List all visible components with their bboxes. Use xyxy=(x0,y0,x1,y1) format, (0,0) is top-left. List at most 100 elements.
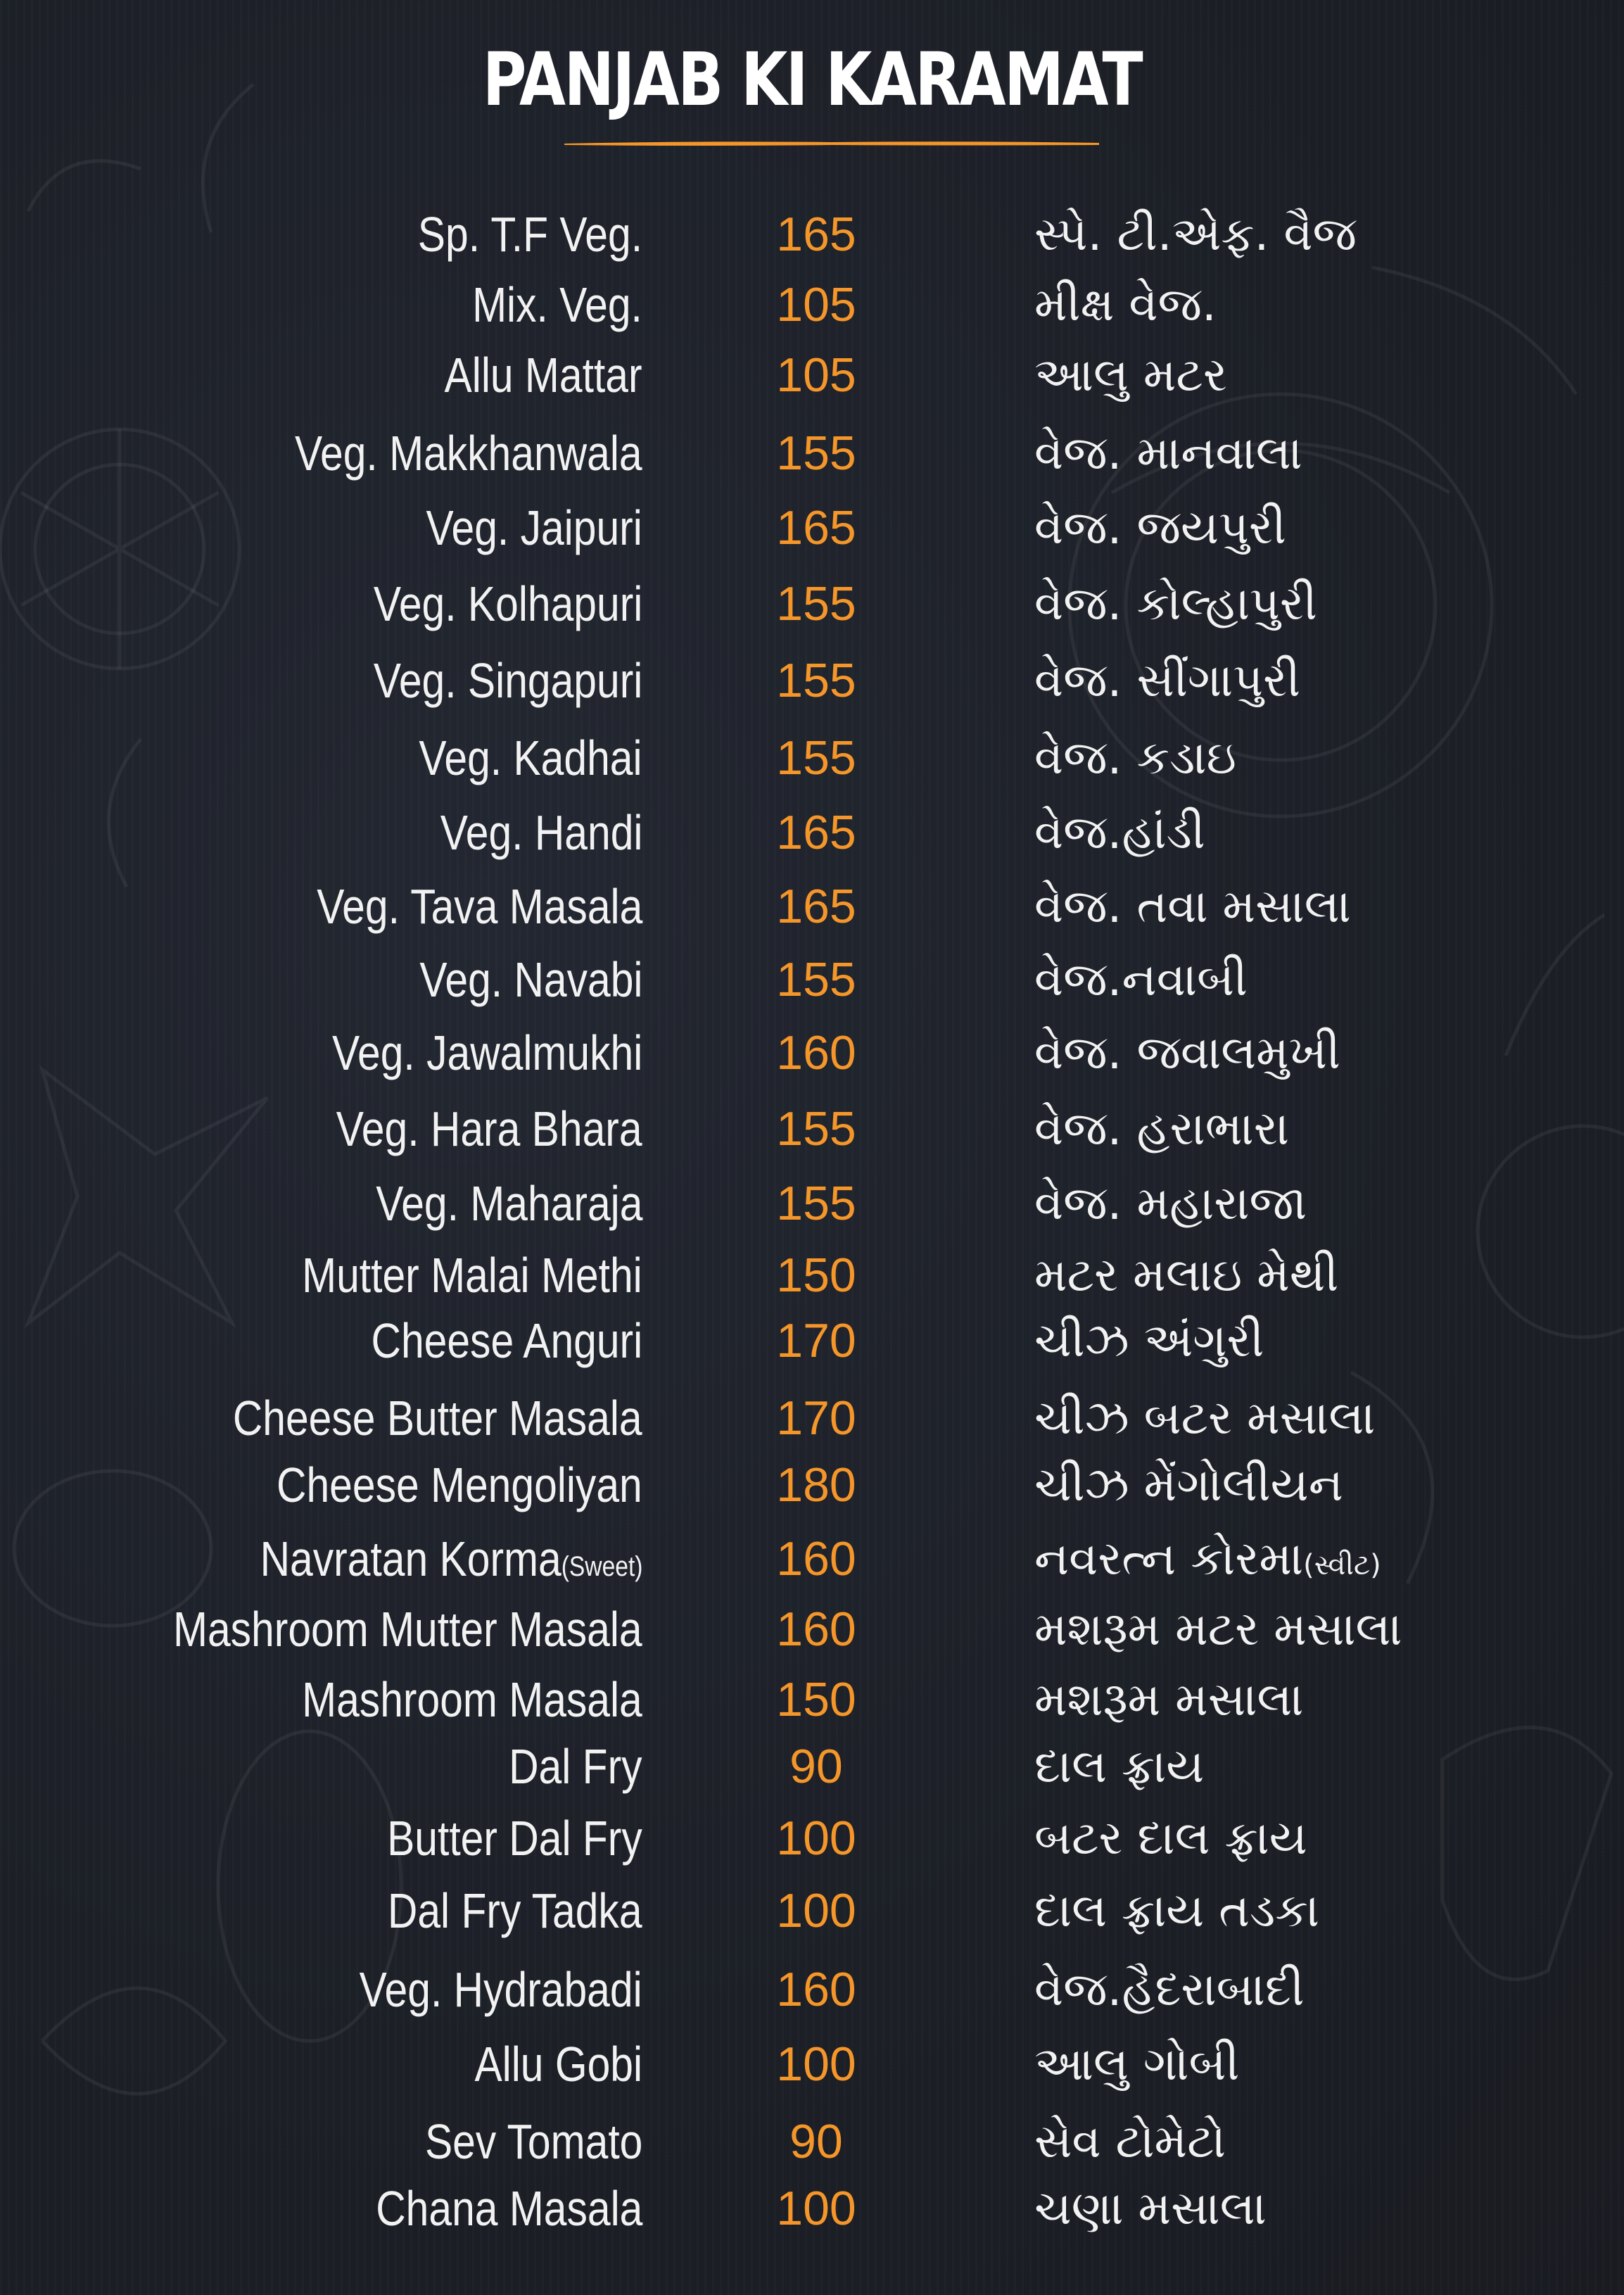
menu-item: Veg. Kadhai 155 વેજ. કડાઇ xyxy=(0,723,1624,793)
menu-item: Chana Masala 100 ચણા મસાલા xyxy=(0,2173,1624,2244)
item-price: 180 xyxy=(776,1458,856,1512)
item-price: 160 xyxy=(776,1532,856,1586)
item-price: 105 xyxy=(776,348,856,402)
item-name-en: Veg. Handi xyxy=(440,805,642,860)
item-price: 160 xyxy=(776,1026,856,1080)
item-name-en: Veg. Singapuri xyxy=(373,653,642,708)
item-name-text: Navratan Korma xyxy=(260,1531,562,1586)
item-name-gu: દાલ ફ્રાય તડકા xyxy=(1034,1883,1320,1937)
menu-item: Cheese Mengoliyan 180 ચીઝ મેંગોલીયન xyxy=(0,1450,1624,1520)
item-name-gu: નવરત્ન કોરમા(સ્વીટ) xyxy=(1034,1524,1381,1600)
menu-item: Mashroom Masala 150 મશરૂમ મસાલા xyxy=(0,1664,1624,1735)
item-name-en: Veg. Tava Masala xyxy=(316,879,642,934)
item-price: 155 xyxy=(776,654,856,707)
item-price: 150 xyxy=(776,1673,856,1726)
menu-item: Veg. Tava Masala 165 વેજ. તવા મસાલા xyxy=(0,871,1624,942)
item-price: 100 xyxy=(776,2182,856,2235)
menu-title: PANJAB KI KARAMAT xyxy=(482,37,1143,122)
item-price: 155 xyxy=(776,731,856,785)
item-name-en: Veg. Jaipuri xyxy=(426,500,642,555)
item-name-en: Mashroom Mutter Masala xyxy=(173,1602,642,1657)
menu-item: Allu Mattar 105 આલુ મટર xyxy=(0,340,1624,410)
menu-item: Veg. Singapuri 155 વેજ. સીંગાપુરી xyxy=(0,645,1624,716)
item-price: 90 xyxy=(789,2115,843,2168)
menu-item: Veg. Jaipuri 165 વેજ. જયપુરી xyxy=(0,493,1624,563)
item-price: 170 xyxy=(776,1314,856,1367)
menu-item: Veg. Makkhanwala 155 વેજ. માનવાલા xyxy=(0,418,1624,488)
menu-item: Butter Dal Fry 100 બટર દાલ ફ્રાય xyxy=(0,1803,1624,1873)
item-name-gu: બટર દાલ ફ્રાય xyxy=(1034,1811,1307,1865)
item-name-gu-text: નવરત્ન કોરમા xyxy=(1034,1531,1304,1586)
item-name-gu: વેજ. મહારાજા xyxy=(1034,1176,1307,1230)
item-name-en: Dal Fry Tadka xyxy=(388,1883,642,1938)
item-name-en: Veg. Jawalmukhi xyxy=(331,1025,642,1080)
item-name-en: Veg. Maharaja xyxy=(375,1176,642,1231)
item-price: 155 xyxy=(776,426,856,480)
menu-item: Dal Fry 90 દાલ ફ્રાય xyxy=(0,1731,1624,1802)
item-price: 165 xyxy=(776,501,856,555)
item-price: 155 xyxy=(776,1177,856,1230)
item-price: 160 xyxy=(776,1602,856,1656)
item-price: 155 xyxy=(776,1102,856,1156)
menu-item: Veg. Kolhapuri 155 વેજ. કોલ્હાપુરી xyxy=(0,569,1624,639)
menu-item: Mutter Malai Methi 150 મટર મલાઇ મેથી xyxy=(0,1240,1624,1310)
item-price: 100 xyxy=(776,1812,856,1865)
item-name-en: Veg. Kolhapuri xyxy=(373,576,642,631)
item-price: 100 xyxy=(776,2037,856,2091)
item-name-en: Allu Mattar xyxy=(444,348,642,403)
item-name-gu: વેજ. કડાઇ xyxy=(1034,731,1236,785)
menu-item: Sp. T.F Veg. 165 સ્પે. ટી.એફ. વૈજ xyxy=(0,199,1624,270)
item-note-gu: (સ્વીટ) xyxy=(1303,1549,1381,1581)
item-name-gu: વેજ. જયપુરી xyxy=(1034,500,1286,555)
item-name-en: Dal Fry xyxy=(509,1739,642,1794)
item-price: 160 xyxy=(776,1963,856,2016)
menu-item: Cheese Anguri 170 ચીઝ અંગુરી xyxy=(0,1305,1624,1376)
item-name-en: Cheese Anguri xyxy=(371,1313,642,1368)
item-name-en: Chana Masala xyxy=(375,2181,642,2236)
menu-item: Veg. Jawalmukhi 160 વેજ. જવાલમુખી xyxy=(0,1018,1624,1088)
item-name-en: Sev Tomato xyxy=(424,2114,642,2169)
item-name-gu: મીક્ષ વેજ. xyxy=(1034,277,1217,331)
item-name-en: Cheese Mengoliyan xyxy=(277,1458,642,1512)
item-name-gu: દાલ ફ્રાય xyxy=(1034,1739,1205,1793)
menu-item: Sev Tomato 90 સેવ ટોમેટો xyxy=(0,2106,1624,2177)
item-name-gu: મટર મલાઇ મેથી xyxy=(1034,1248,1339,1302)
item-name-gu: મશરૂમ મસાલા xyxy=(1034,1672,1304,1726)
item-price: 165 xyxy=(776,208,856,261)
menu-item: Veg. Handi 165 વેજ.હાંડી xyxy=(0,797,1624,868)
menu-item: Veg. Navabi 155 વેજ.નવાબી xyxy=(0,944,1624,1015)
item-name-en: Veg. Hydrabadi xyxy=(359,1962,642,2017)
menu-item: Allu Gobi 100 આલુ ગોબી xyxy=(0,2029,1624,2099)
item-name-en: Veg. Makkhanwala xyxy=(295,426,642,481)
item-name-en: Cheese Butter Masala xyxy=(233,1391,642,1446)
item-note: (Sweet) xyxy=(561,1551,642,1582)
item-name-gu: વેજ. તવા મસાલા xyxy=(1034,879,1351,933)
item-name-gu: વેજ. માનવાલા xyxy=(1034,426,1302,480)
item-price: 90 xyxy=(789,1740,843,1793)
item-name-en: Sp. T.F Veg. xyxy=(417,207,642,262)
menu-item: Cheese Butter Masala 170 ચીઝ બટર મસાલા xyxy=(0,1383,1624,1453)
item-name-en: Veg. Hara Bhara xyxy=(336,1101,642,1156)
item-name-gu: ચીઝ અંગુરી xyxy=(1034,1313,1264,1367)
menu-item: Veg. Hara Bhara 155 વેજ. હરાભારા xyxy=(0,1094,1624,1164)
title-underline xyxy=(564,141,1099,146)
item-name-en: Mashroom Masala xyxy=(302,1672,642,1727)
menu-item: Veg. Hydrabadi 160 વેજ.હૈદરાબાદી xyxy=(0,1954,1624,2025)
item-name-gu: વેજ. કોલ્હાપુરી xyxy=(1034,576,1317,631)
item-price: 105 xyxy=(776,278,856,331)
item-price: 165 xyxy=(776,880,856,933)
item-name-en: Veg. Navabi xyxy=(419,952,642,1007)
menu-item: Mix. Veg. 105 મીક્ષ વેજ. xyxy=(0,270,1624,340)
item-price: 155 xyxy=(776,953,856,1006)
item-name-gu: વેજ.હૈદરાબાદી xyxy=(1034,1962,1305,2016)
item-name-gu: વેજ. સીંગાપુરી xyxy=(1034,653,1301,707)
item-name-gu: વેજ. હરાભારા xyxy=(1034,1101,1289,1156)
item-name-en: Allu Gobi xyxy=(474,2037,642,2092)
item-name-en: Butter Dal Fry xyxy=(387,1811,642,1866)
menu-item: Navratan Korma(Sweet) 160 નવરત્ન કોરમા(સ… xyxy=(0,1524,1624,1594)
item-price: 150 xyxy=(776,1248,856,1302)
item-price: 165 xyxy=(776,806,856,859)
item-name-en: Navratan Korma(Sweet) xyxy=(260,1524,642,1602)
item-name-gu: આલુ ગોબી xyxy=(1034,2037,1240,2091)
menu-item: Mashroom Mutter Masala 160 મશરૂમ મટર મસા… xyxy=(0,1594,1624,1664)
